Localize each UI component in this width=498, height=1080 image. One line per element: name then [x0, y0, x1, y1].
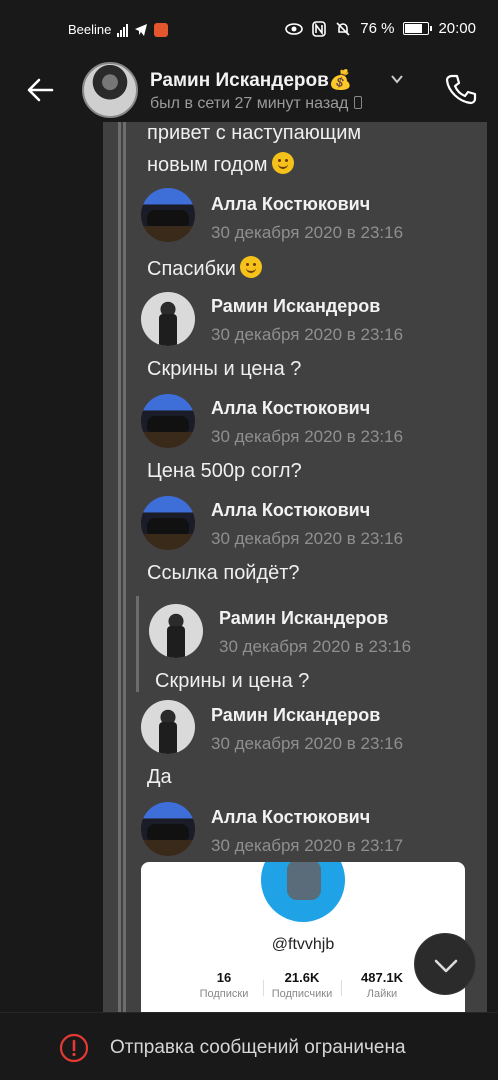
sender-name[interactable]: Рамин Искандеров	[211, 296, 380, 317]
battery-icon	[403, 22, 433, 35]
message-text: Да	[147, 766, 172, 788]
message-text: привет с наступающим	[147, 122, 362, 144]
message-text-line: новым годом	[147, 154, 268, 176]
exclamation-circle-icon	[59, 1033, 89, 1063]
quoted-sender-name[interactable]: Рамин Искандеров	[219, 608, 388, 629]
wink-emoji-icon	[271, 152, 294, 174]
eye-icon	[285, 22, 304, 35]
message-text: Цена 500р согл?	[147, 460, 302, 482]
carrier-label: Beeline	[68, 22, 112, 37]
stat-value: 21.6K	[284, 970, 320, 985]
message-date: 30 декабря 2020 в 23:16	[211, 427, 404, 446]
chat-gutter	[0, 122, 103, 1012]
message-date: 30 декабря 2020 в 23:16	[211, 734, 404, 753]
message-text: новым годом	[147, 152, 294, 177]
message-text: Скрины и цена ?	[147, 358, 302, 380]
sender-avatar[interactable]	[141, 496, 195, 550]
profile-card-avatar	[261, 862, 345, 922]
status-bar: Beeline 76 % 20:00	[0, 0, 498, 62]
following-stat: 16 Подписки	[184, 970, 264, 1000]
message-date: 30 декабря 2020 в 23:17	[211, 836, 404, 855]
message-date: 30 декабря 2020 в 23:16	[211, 223, 404, 242]
message-text: Спасибки	[147, 256, 262, 281]
restriction-text: Отправка сообщений ограничена	[110, 1037, 406, 1058]
quoted-message-text: Скрины и цена ?	[155, 670, 310, 692]
scroll-down-button[interactable]	[414, 933, 476, 995]
signal-icon	[117, 23, 129, 37]
messaging-restricted-bar: Отправка сообщений ограничена	[0, 1012, 498, 1080]
stat-value: 487.1K	[361, 970, 403, 985]
phone-icon[interactable]	[444, 72, 478, 106]
message-date: 30 декабря 2020 в 23:16	[211, 325, 404, 344]
likes-stat: 487.1K Лайки	[342, 970, 422, 1000]
sender-name[interactable]: Алла Костюкович	[211, 194, 370, 215]
message-text-line: Спасибки	[147, 258, 236, 280]
battery-percent: 76 %	[360, 20, 395, 37]
quoted-message-date: 30 декабря 2020 в 23:16	[219, 637, 412, 656]
stat-value: 16	[216, 970, 232, 985]
notification-app-icon	[154, 22, 169, 37]
last-seen-text: был в сети 27 минут назад	[150, 95, 349, 112]
quoted-sender-avatar[interactable]	[149, 604, 203, 658]
sender-avatar[interactable]	[141, 394, 195, 448]
stat-label: Подписчики	[271, 988, 333, 1000]
sender-name[interactable]: Алла Костюкович	[211, 807, 370, 828]
mute-bell-icon	[336, 21, 350, 36]
nested-forward-bar	[123, 122, 126, 1012]
telegram-icon	[135, 23, 148, 36]
chevron-down-icon[interactable]	[390, 72, 404, 86]
sender-name[interactable]: Рамин Искандеров	[211, 705, 380, 726]
back-arrow-icon[interactable]	[22, 72, 58, 108]
sender-name[interactable]: Алла Костюкович	[211, 398, 370, 419]
last-seen-status: был в сети 27 минут назад	[150, 95, 363, 113]
mobile-device-icon	[354, 96, 363, 109]
stat-label: Лайки	[366, 988, 398, 1000]
clock: 20:00	[438, 20, 476, 37]
followers-stat: 21.6K Подписчики	[262, 970, 342, 1000]
sender-avatar[interactable]	[141, 700, 195, 754]
message-date: 30 декабря 2020 в 23:16	[211, 529, 404, 548]
smile-emoji-icon	[239, 256, 262, 278]
stat-label: Подписки	[199, 988, 249, 1000]
contact-avatar[interactable]	[82, 62, 138, 118]
sender-avatar[interactable]	[141, 802, 195, 856]
forward-bar	[118, 122, 121, 1012]
contact-name[interactable]: Рамин Искандеров💰	[150, 68, 352, 92]
sender-avatar[interactable]	[141, 292, 195, 346]
message-text: Ссылка пойдёт?	[147, 562, 300, 584]
chevron-down-icon	[434, 959, 458, 973]
sender-name[interactable]: Алла Костюкович	[211, 500, 370, 521]
reply-quote-bar	[136, 596, 139, 692]
chat-header: Рамин Искандеров💰 был в сети 27 минут на…	[0, 62, 498, 122]
nfc-icon	[312, 20, 327, 37]
sender-avatar[interactable]	[141, 188, 195, 242]
